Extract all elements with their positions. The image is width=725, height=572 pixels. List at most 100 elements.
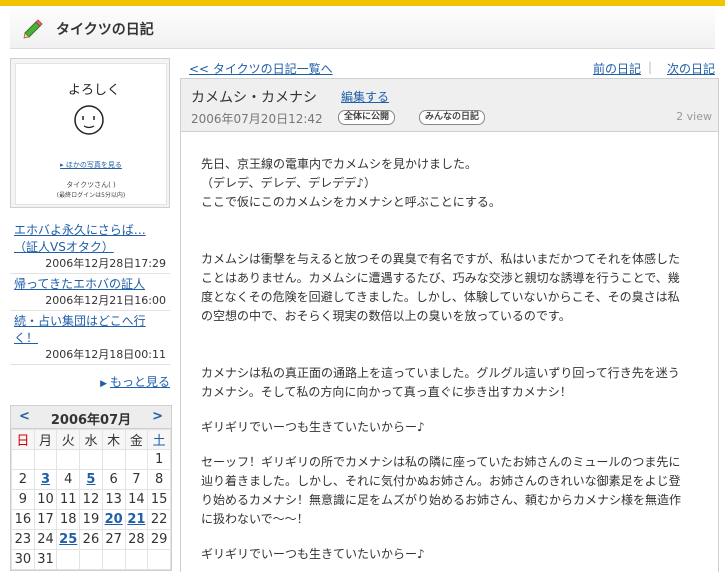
entry-text: り始めるカメナシ！無意識に足をムズがり始めるお姉さん、頼むからカメナシ様を無造作	[201, 493, 682, 507]
calendar-day	[56, 549, 81, 570]
view-count: 2 view	[676, 110, 712, 123]
recent-entry-date: 2006年12月18日00:11	[45, 348, 166, 361]
entry-text: セーッフ！ギリギリの所でカメナシは私の隣に座っていたお姉さんのミュールのつま先に	[201, 455, 681, 469]
left-column: よろしく ▸ ほかの写真を見る タイクツさん( ) (最終ログインは5分以内) …	[10, 58, 170, 390]
calendar-day: 2	[11, 469, 35, 490]
user-name: タイクツさん( )	[66, 181, 116, 189]
calendar-weekday: 水	[79, 429, 103, 450]
entry-date: 2006年07月20日12:42	[191, 112, 323, 126]
entry-text: 度となくその危険を回避してきました。しかし、体験していないからこそ、その臭さは私	[201, 290, 680, 304]
recent-entry-link[interactable]: エホバよ永久にさらば…（証人VSオタク）	[14, 222, 166, 256]
page-title: タイクツの日記	[56, 22, 154, 38]
calendar-day: 1	[147, 449, 171, 470]
entry-text: ことはありません。カメムシに遭遇するたび、巧みな交渉と親切な誘導を行うことで、幾	[201, 271, 680, 285]
next-entry-link[interactable]: 次の日記	[667, 60, 715, 77]
calendar-day	[79, 449, 103, 470]
nav-separator: |	[647, 60, 652, 74]
visibility-badge: 全体に公開	[338, 110, 396, 125]
more-photos-link[interactable]: ▸ ほかの写真を見る	[16, 160, 166, 170]
entry-text: ギリギリでいーつも生きていたいからー♪	[201, 420, 425, 434]
entry-text: （デレデ、デレデ、デレデデ♪）	[201, 176, 376, 190]
top-accent-bar	[0, 0, 725, 6]
profile-box: よろしく ▸ ほかの写真を見る タイクツさん( ) (最終ログインは5分以内)	[10, 58, 170, 208]
list-item: 続・占い集団はどこへ行く！ 2006年12月18日00:11	[10, 311, 170, 365]
calendar-day: 7	[124, 469, 149, 490]
calendar-day: 8	[147, 469, 171, 490]
pencil-icon	[22, 18, 44, 40]
calendar-day[interactable]: 20	[101, 509, 126, 530]
recent-entry-link[interactable]: 帰ってきたエホバの証人	[14, 276, 166, 293]
calendar-weekday: 月	[33, 429, 58, 450]
triangle-right-icon: ▶	[100, 379, 107, 389]
entry-text: カメムシは衝撃を与えると放つその異臭で有名ですが、私はいまだかつてそれを体感した	[201, 252, 681, 266]
calendar-day: 4	[56, 469, 81, 490]
entry-title: カメムシ・カメナシ	[191, 90, 317, 106]
entry-text: の空想の中で、おそらく現実の数倍以上の臭いを放っているのです。	[201, 309, 571, 323]
edit-link[interactable]: 編集する	[341, 88, 389, 105]
calendar-day	[11, 449, 35, 470]
calendar-day	[79, 549, 103, 570]
calendar-day[interactable]: 25	[56, 529, 81, 550]
calendar-grid: 日月火水木金土 1 2 3 4 5 6 7 8 9 10 11 12 13 14 15 16 17 18 19 20 21…	[11, 429, 171, 570]
category-badge: みんなの日記	[419, 110, 486, 125]
entry-text: カメナシ。そして私の方向に向かって真っ直ぐに歩き出すカメナシ！	[201, 385, 572, 399]
entry-text: に扱わないで〜〜！	[201, 512, 309, 526]
entry-body: 先日、京王線の電車内でカメムシを見かけました。 （デレデ、デレデ、デレデデ♪） …	[201, 155, 711, 564]
calendar-day: 14	[124, 489, 149, 510]
calendar-day: 22	[147, 509, 171, 530]
calendar-day: 26	[79, 529, 103, 550]
entry-text: 先日、京王線の電車内でカメムシを見かけました。	[201, 157, 478, 171]
calendar-weekday: 土	[147, 429, 171, 450]
calendar-day: 27	[101, 529, 126, 550]
recent-entry-date: 2006年12月28日17:29	[45, 257, 166, 270]
calendar: < 2006年07月 > 日月火水木金土 1 2 3 4 5 6 7 8 9 10 11 12 13 14 1…	[10, 405, 172, 571]
entry-text: ここで仮にこのカメムシをカメナシと呼ぶことにする。	[201, 195, 501, 209]
more-link-row: ▶ もっと見る	[10, 373, 170, 390]
calendar-weekday: 日	[11, 429, 35, 450]
entry-header: カメムシ・カメナシ 編集する 2006年07月20日12:42 全体に公開 みん…	[181, 79, 718, 132]
calendar-day: 31	[33, 549, 58, 570]
calendar-day: 9	[11, 489, 35, 510]
more-link[interactable]: もっと見る	[110, 375, 170, 389]
entry-text: ギリギリでいーつも生きていたいからー♪	[201, 547, 425, 561]
prev-entry-link[interactable]: 前の日記	[593, 60, 641, 77]
calendar-day: 13	[101, 489, 126, 510]
recent-entry-date: 2006年12月21日16:00	[45, 294, 166, 307]
calendar-day: 18	[56, 509, 81, 530]
calendar-day	[56, 449, 81, 470]
avatar[interactable]: よろしく	[58, 78, 120, 140]
calendar-day[interactable]: 5	[79, 469, 103, 490]
entry-text: 辿り着きました。しかし、それに気付かぬお姉さん。お姉さんのきれいな御素足をよじ登	[201, 474, 681, 488]
page-header: タイクツの日記	[10, 8, 715, 49]
calendar-day	[101, 449, 126, 470]
calendar-weekday: 火	[56, 429, 81, 450]
calendar-weekday: 金	[124, 429, 149, 450]
calendar-day	[101, 549, 126, 570]
calendar-day: 28	[124, 529, 149, 550]
calendar-day: 12	[79, 489, 103, 510]
diary-entry: カメムシ・カメナシ 編集する 2006年07月20日12:42 全体に公開 みん…	[180, 78, 719, 572]
calendar-day[interactable]: 3	[33, 469, 58, 490]
calendar-day: 15	[147, 489, 171, 510]
calendar-day[interactable]: 21	[124, 509, 149, 530]
calendar-day	[33, 449, 58, 470]
calendar-day: 24	[33, 529, 58, 550]
calendar-day	[147, 549, 171, 570]
calendar-next-button[interactable]: >	[152, 409, 163, 424]
last-login: (最終ログインは5分以内)	[56, 192, 126, 199]
recent-entries: エホバよ永久にさらば…（証人VSオタク） 2006年12月28日17:29 帰っ…	[10, 220, 170, 365]
calendar-day: 6	[101, 469, 126, 490]
calendar-day: 30	[11, 549, 35, 570]
entry-text: カメナシは私の真正面の通路上を這っていました。グルグル這いずり回って行き先を迷う	[201, 366, 680, 380]
back-to-list-link[interactable]: << タイクツの日記一覧へ	[189, 60, 333, 77]
calendar-day: 17	[33, 509, 58, 530]
calendar-day	[124, 549, 149, 570]
list-item: エホバよ永久にさらば…（証人VSオタク） 2006年12月28日17:29	[10, 220, 170, 274]
list-item: 帰ってきたエホバの証人 2006年12月21日16:00	[10, 274, 170, 311]
calendar-day: 23	[11, 529, 35, 550]
recent-entry-link[interactable]: 続・占い集団はどこへ行く！	[14, 313, 166, 347]
svg-text:よろしく: よろしく	[68, 83, 120, 98]
calendar-weekday: 木	[101, 429, 126, 450]
calendar-day: 19	[79, 509, 103, 530]
calendar-day: 16	[11, 509, 35, 530]
